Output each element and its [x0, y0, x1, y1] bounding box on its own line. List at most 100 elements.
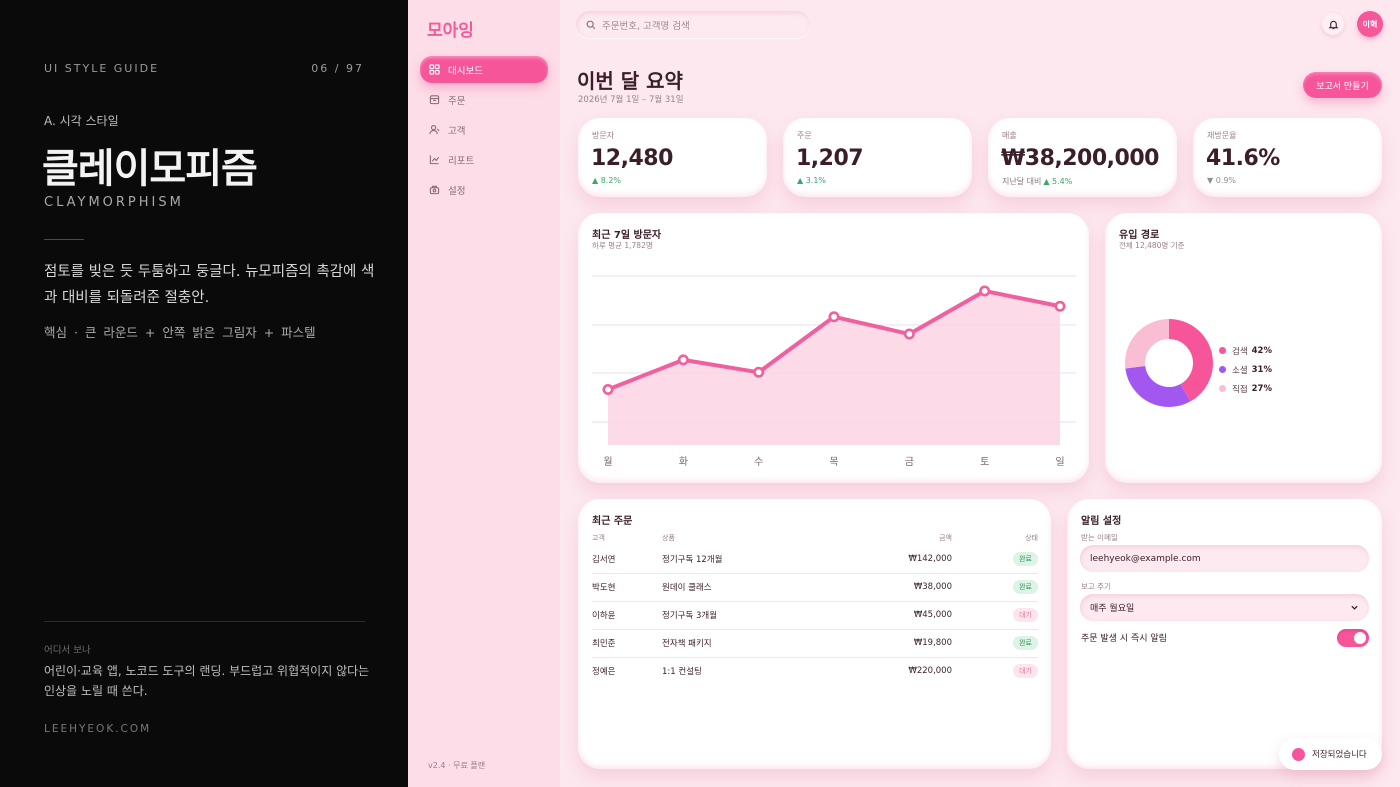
- chart-legend: 검색 42% 소셜 31% 직접 27%: [1219, 341, 1272, 398]
- email-field[interactable]: leehyeok@example.com: [1080, 545, 1369, 572]
- search-icon: [586, 20, 596, 29]
- instant-alert-label: 주문 발생 시 즉시 알림: [1081, 634, 1167, 644]
- traffic-donut-chart: [1125, 319, 1213, 407]
- amount-cell: ₩45,000: [842, 601, 958, 630]
- table-row[interactable]: 최민준 전자책 패키지 ₩19,800 완료: [592, 629, 1038, 658]
- grid-icon: [429, 64, 440, 75]
- kpi-label: 주문: [797, 131, 812, 140]
- column-header: 고객: [592, 534, 605, 542]
- customer-cell: 최민준: [592, 629, 662, 658]
- version-label: v2.4 · 무료 플랜: [428, 761, 486, 770]
- period-value: 매주 월요일: [1090, 604, 1135, 614]
- table-row[interactable]: 정예은 1:1 컨설팅 ₩220,000 대기: [592, 657, 1038, 685]
- table-row[interactable]: 김서연 정기구독 12개월 ₩142,000 완료: [592, 545, 1038, 574]
- data-point: [1054, 300, 1066, 312]
- sidebar-item-label: 고객: [448, 125, 466, 137]
- x-tick-label: 목: [829, 456, 838, 468]
- guide-where-label: 어디서 보나: [44, 645, 91, 656]
- legend-swatch: [1219, 385, 1226, 392]
- chart-icon: [429, 154, 440, 165]
- guide-section: A. 시각 스타일: [44, 114, 119, 128]
- page-date-range: 2026년 7월 1일 – 7월 31일: [578, 95, 684, 105]
- legend-item: 소셜 31%: [1219, 360, 1272, 379]
- guide-where: 어린이·교육 앱, 노코드 도구의 랜딩. 부드럽고 위협적이지 않다는 인상을…: [44, 664, 370, 698]
- alert-settings-card: 알림 설정 받는 이메일 leehyeok@example.com 보고 주기 …: [1067, 499, 1382, 769]
- kpi-delta-value: ▼ 0.9%: [1207, 176, 1237, 185]
- kpi-card-revenue: 매출 ₩38,200,000 지난달 대비 ▲ 5.4%: [988, 118, 1177, 197]
- kpi-label: 매출: [1002, 131, 1017, 140]
- user-icon: [429, 124, 440, 135]
- guide-rule: [44, 239, 84, 240]
- x-tick-label: 금: [905, 456, 914, 468]
- kpi-card-orders: 주문 1,207 ▲ 3.1%: [783, 118, 972, 197]
- kpi-delta: ▼ 0.9%: [1207, 176, 1236, 185]
- legend-value: 31%: [1251, 364, 1272, 375]
- legend-label: 소셜: [1232, 365, 1248, 376]
- email-value: leehyeok@example.com: [1090, 553, 1201, 564]
- app-logo[interactable]: 모아잉: [427, 16, 474, 41]
- guide-title: 클레이모피즘: [42, 146, 258, 192]
- column-header: 상태: [1025, 534, 1038, 542]
- kpi-value: 41.6%: [1206, 146, 1280, 171]
- kpi-value: 1,207: [796, 146, 864, 171]
- sidebar-item-orders[interactable]: 주문: [420, 86, 548, 113]
- kpi-delta-value: ▲ 3.1%: [797, 176, 827, 185]
- sidebar-item-label: 대시보드: [448, 65, 483, 77]
- data-point: [753, 366, 765, 378]
- sidebar-item-dashboard[interactable]: 대시보드: [420, 56, 548, 83]
- table-header-row: 고객 상품 금액 상태: [592, 531, 1038, 545]
- toggle-knob: [1354, 632, 1366, 644]
- kpi-value: ₩38,200,000: [1001, 146, 1159, 171]
- legend-value: 42%: [1251, 345, 1272, 356]
- sidebar-nav: 대시보드 주문 고객 리포트 설정: [420, 56, 548, 206]
- sidebar-item-settings[interactable]: 설정: [420, 176, 548, 203]
- period-label: 보고 주기: [1081, 582, 1111, 591]
- search-placeholder: 주문번호, 고객명 검색: [602, 20, 690, 32]
- amount-cell: ₩142,000: [842, 545, 958, 574]
- x-tick-label: 수: [754, 456, 763, 468]
- guide-page-number: 06 / 97: [311, 62, 364, 75]
- legend-item: 검색 42%: [1219, 341, 1272, 360]
- column-header: 상품: [662, 534, 675, 542]
- table-row[interactable]: 이하윤 정기구독 3개월 ₩45,000 대기: [592, 601, 1038, 630]
- chart-title: 유입 경로: [1119, 230, 1160, 241]
- bell-icon: [1328, 20, 1338, 29]
- column-header: 금액: [939, 534, 952, 542]
- page-title: 이번 달 요약: [577, 69, 683, 93]
- traffic-sources-card: 유입 경로 전체 12,480명 기준 검색 42% 소셜 31% 직접 27%: [1105, 213, 1382, 483]
- sidebar-item-customers[interactable]: 고객: [420, 116, 548, 143]
- toast-indicator-icon: [1292, 747, 1305, 761]
- instant-alert-toggle[interactable]: [1337, 629, 1369, 647]
- kpi-delta: ▲ 8.2%: [592, 176, 621, 185]
- customer-cell: 이하윤: [592, 601, 662, 630]
- sidebar-item-label: 리포트: [448, 155, 475, 167]
- guide-core: 핵심 · 큰 라운드 + 안쪽 밝은 그림자 + 파스텔: [44, 325, 316, 340]
- product-cell: 정기구독 3개월: [662, 601, 842, 630]
- visitors-line-chart: 월화수목금토일: [592, 275, 1076, 468]
- legend-swatch: [1219, 366, 1226, 373]
- sidebar: 모아잉 대시보드 주문 고객 리포트 설정 v2.4 · 무료 플랜: [408, 0, 560, 787]
- avatar[interactable]: 이혁: [1357, 11, 1383, 37]
- settings-icon: [429, 184, 440, 195]
- report-period-select[interactable]: 매주 월요일: [1080, 594, 1369, 621]
- kpi-delta-prefix: 지난달 대비: [1002, 177, 1042, 186]
- product-cell: 원데이 클래스: [662, 573, 842, 602]
- x-tick-label: 화: [679, 456, 688, 468]
- amount-cell: ₩220,000: [908, 666, 952, 677]
- dashboard-app: 모아잉 대시보드 주문 고객 리포트 설정 v2.4 · 무료 플랜 주문번호,…: [408, 0, 1400, 787]
- guide-divider: [44, 621, 365, 622]
- settings-title: 알림 설정: [1081, 516, 1122, 527]
- create-report-button[interactable]: 보고서 만들기: [1303, 72, 1382, 98]
- kpi-value: 12,480: [591, 146, 673, 171]
- search-input[interactable]: 주문번호, 고객명 검색: [576, 11, 810, 38]
- amount-cell: ₩38,000: [842, 573, 958, 602]
- notification-button[interactable]: [1322, 13, 1344, 35]
- kpi-card-return-rate: 재방문율 41.6% ▼ 0.9%: [1193, 118, 1382, 197]
- product-cell: 정기구독 12개월: [662, 545, 842, 574]
- data-point: [979, 285, 991, 297]
- legend-item: 직접 27%: [1219, 379, 1272, 398]
- table-row[interactable]: 박도현 원데이 클래스 ₩38,000 완료: [592, 573, 1038, 602]
- donut-slice: [1125, 366, 1191, 407]
- sidebar-item-reports[interactable]: 리포트: [420, 146, 548, 173]
- sidebar-item-label: 설정: [448, 185, 466, 197]
